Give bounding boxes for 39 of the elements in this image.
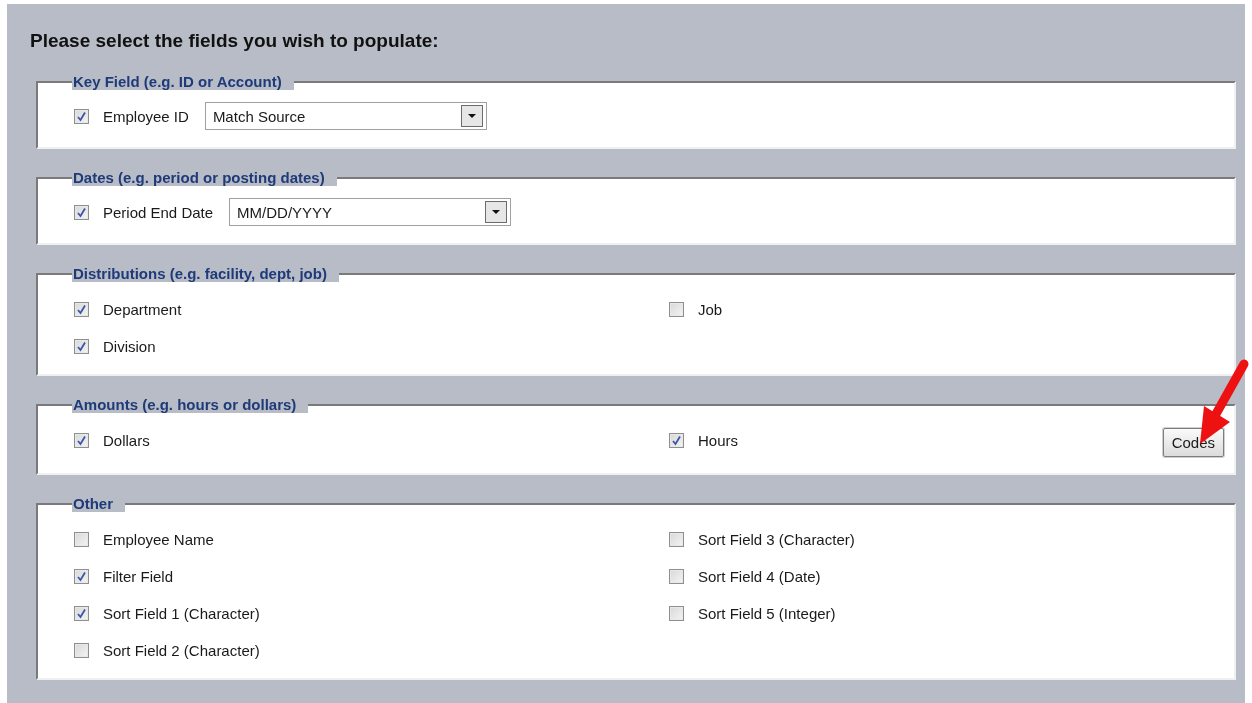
checkbox[interactable]	[669, 531, 684, 547]
checkbox-label: Dollars	[103, 431, 150, 449]
checkbox[interactable]	[74, 432, 89, 448]
checkbox-label: Sort Field 5 (Integer)	[698, 604, 836, 622]
checkbox[interactable]	[74, 605, 89, 621]
checkbox[interactable]	[74, 204, 89, 220]
group-legend: Other	[72, 495, 125, 512]
caret-icon[interactable]	[460, 105, 483, 127]
caret-icon[interactable]	[485, 201, 508, 223]
checkbox-label: Hours	[698, 431, 738, 449]
checkbox-label: Employee Name	[103, 530, 214, 548]
checkbox[interactable]	[74, 642, 89, 658]
checkbox[interactable]	[74, 301, 89, 317]
checkbox[interactable]	[669, 568, 684, 584]
group-legend: Distributions (e.g. facility, dept, job)	[72, 265, 339, 282]
codes-button[interactable]: Codes	[1162, 428, 1224, 457]
checkbox[interactable]	[74, 531, 89, 547]
checkbox-label: Sort Field 4 (Date)	[698, 567, 821, 585]
dropdown-field[interactable]: Match Source	[204, 102, 487, 130]
checkbox-label: Division	[103, 337, 156, 355]
checkbox-label: Sort Field 3 (Character)	[698, 530, 855, 548]
dropdown-field[interactable]: MM/DD/YYYY	[229, 198, 512, 226]
checkbox-label: Department	[103, 300, 182, 318]
checkbox-label: Employee ID	[103, 107, 189, 125]
checkbox[interactable]	[669, 605, 684, 621]
checkbox[interactable]	[669, 301, 684, 317]
checkbox-label: Sort Field 1 (Character)	[103, 604, 260, 622]
group-legend: Dates (e.g. period or posting dates)	[72, 169, 337, 186]
checkbox-label: Filter Field	[103, 567, 173, 585]
checkbox-label: Sort Field 2 (Character)	[103, 641, 260, 659]
checkbox-label: Job	[698, 300, 723, 318]
group-legend: Key Field (e.g. ID or Account)	[72, 73, 294, 90]
checkbox[interactable]	[74, 568, 89, 584]
checkbox[interactable]	[669, 432, 684, 448]
group-legend: Amounts (e.g. hours or dollars)	[72, 396, 309, 413]
page-heading: Please select the fields you wish to populate:	[30, 30, 440, 52]
checkbox-label: Period End Date	[103, 203, 214, 221]
checkbox[interactable]	[74, 108, 89, 124]
checkbox[interactable]	[74, 338, 89, 354]
